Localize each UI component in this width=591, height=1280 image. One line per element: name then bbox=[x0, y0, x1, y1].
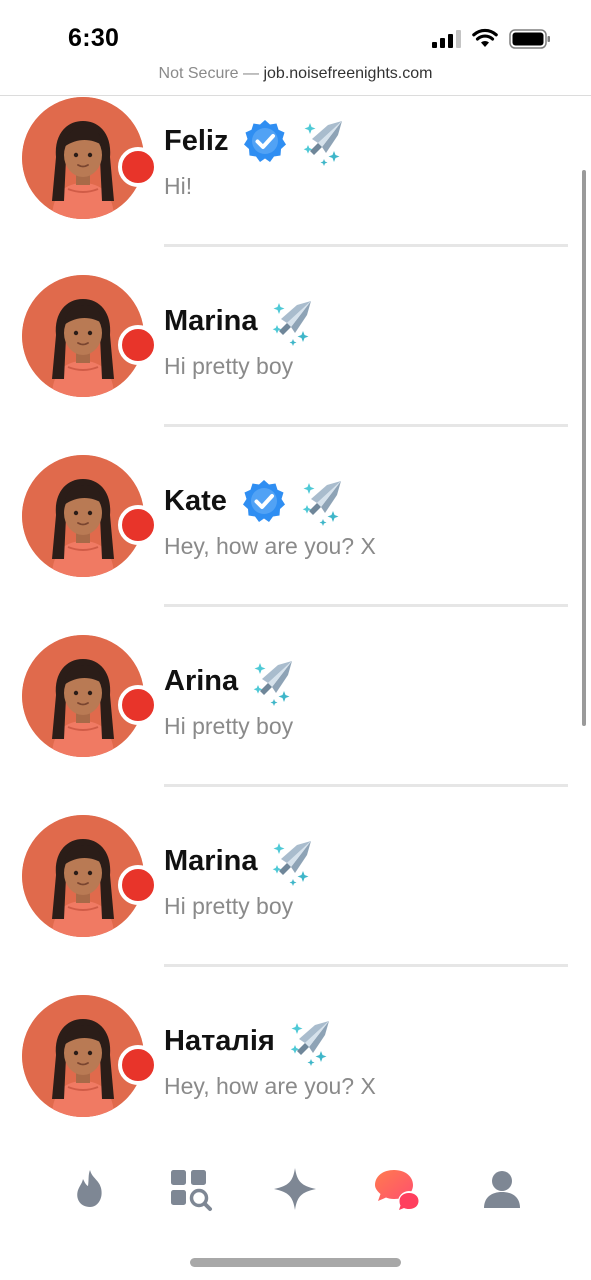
profile-icon[interactable] bbox=[477, 1164, 527, 1214]
jet-boost-icon bbox=[248, 655, 300, 707]
online-status-dot bbox=[118, 865, 158, 905]
not-secure-label: Not Secure — bbox=[158, 65, 264, 82]
chat-message-preview: Hi! bbox=[164, 173, 193, 199]
jet-boost-icon bbox=[267, 835, 319, 887]
address-bar[interactable]: Not Secure — job.noisefreenights.com bbox=[0, 60, 591, 96]
online-status-dot bbox=[118, 325, 158, 365]
chat-header: Kate bbox=[164, 476, 349, 526]
divider bbox=[164, 604, 568, 607]
verified-badge-icon bbox=[241, 478, 287, 524]
jet-boost-icon bbox=[297, 475, 349, 527]
scrollbar[interactable] bbox=[582, 170, 586, 726]
status-bar: 6:30 bbox=[0, 0, 591, 60]
chat-name: Marina bbox=[164, 304, 258, 337]
home-indicator[interactable] bbox=[190, 1258, 401, 1267]
chat-message-preview: Hi pretty boy bbox=[164, 353, 294, 379]
chat-header: Наталія bbox=[164, 1016, 337, 1066]
online-status-dot bbox=[118, 147, 158, 187]
flame-icon[interactable] bbox=[65, 1164, 115, 1214]
online-status-dot bbox=[118, 1045, 158, 1085]
chat-row[interactable]: Feliz Hi! bbox=[0, 97, 591, 277]
chat-message-preview: Hi pretty boy bbox=[164, 713, 294, 739]
jet-boost-icon bbox=[285, 1015, 337, 1067]
chat-header: Feliz bbox=[164, 116, 350, 166]
chat-header: Marina bbox=[164, 836, 319, 886]
verified-badge-icon bbox=[242, 118, 288, 164]
jet-boost-icon bbox=[298, 115, 350, 167]
divider bbox=[164, 424, 568, 427]
sparkle-icon[interactable] bbox=[270, 1164, 320, 1214]
cellular-signal-icon bbox=[432, 30, 461, 48]
wifi-icon bbox=[472, 28, 498, 47]
divider bbox=[164, 784, 568, 787]
chat-message-preview: Hey, how are you? X bbox=[164, 533, 376, 559]
battery-icon bbox=[509, 29, 550, 49]
chat-row[interactable]: Наталія Hey, how are you? X bbox=[0, 995, 591, 1137]
chat-message-preview: Hi pretty boy bbox=[164, 893, 294, 919]
chat-row[interactable]: Marina Hi pretty boy bbox=[0, 275, 591, 457]
chat-bubbles-icon[interactable] bbox=[372, 1164, 422, 1214]
chat-name: Kate bbox=[164, 484, 227, 517]
status-time: 6:30 bbox=[68, 24, 120, 52]
online-status-dot bbox=[118, 685, 158, 725]
url-host: job.noisefreenights.com bbox=[263, 65, 433, 82]
chat-name: Feliz bbox=[164, 124, 229, 157]
bottom-navigation bbox=[0, 1140, 591, 1240]
explore-grid-icon[interactable] bbox=[165, 1164, 215, 1214]
online-status-dot bbox=[118, 505, 158, 545]
chat-row[interactable]: Marina Hi pretty boy bbox=[0, 815, 591, 997]
chat-row[interactable]: Kate Hey, how are you? X bbox=[0, 455, 591, 637]
chat-name: Marina bbox=[164, 844, 258, 877]
chat-header: Marina bbox=[164, 296, 319, 346]
chat-row[interactable]: Arina Hi pretty boy bbox=[0, 635, 591, 817]
chat-name: Arina bbox=[164, 664, 239, 697]
chat-list[interactable]: Feliz Hi! Marina Hi pretty boy Kate Hey,… bbox=[0, 97, 591, 1137]
jet-boost-icon bbox=[267, 295, 319, 347]
divider bbox=[164, 964, 568, 967]
chat-name: Наталія bbox=[164, 1024, 275, 1057]
chat-header: Arina bbox=[164, 656, 300, 706]
divider bbox=[164, 244, 568, 247]
chat-message-preview: Hey, how are you? X bbox=[164, 1073, 376, 1099]
